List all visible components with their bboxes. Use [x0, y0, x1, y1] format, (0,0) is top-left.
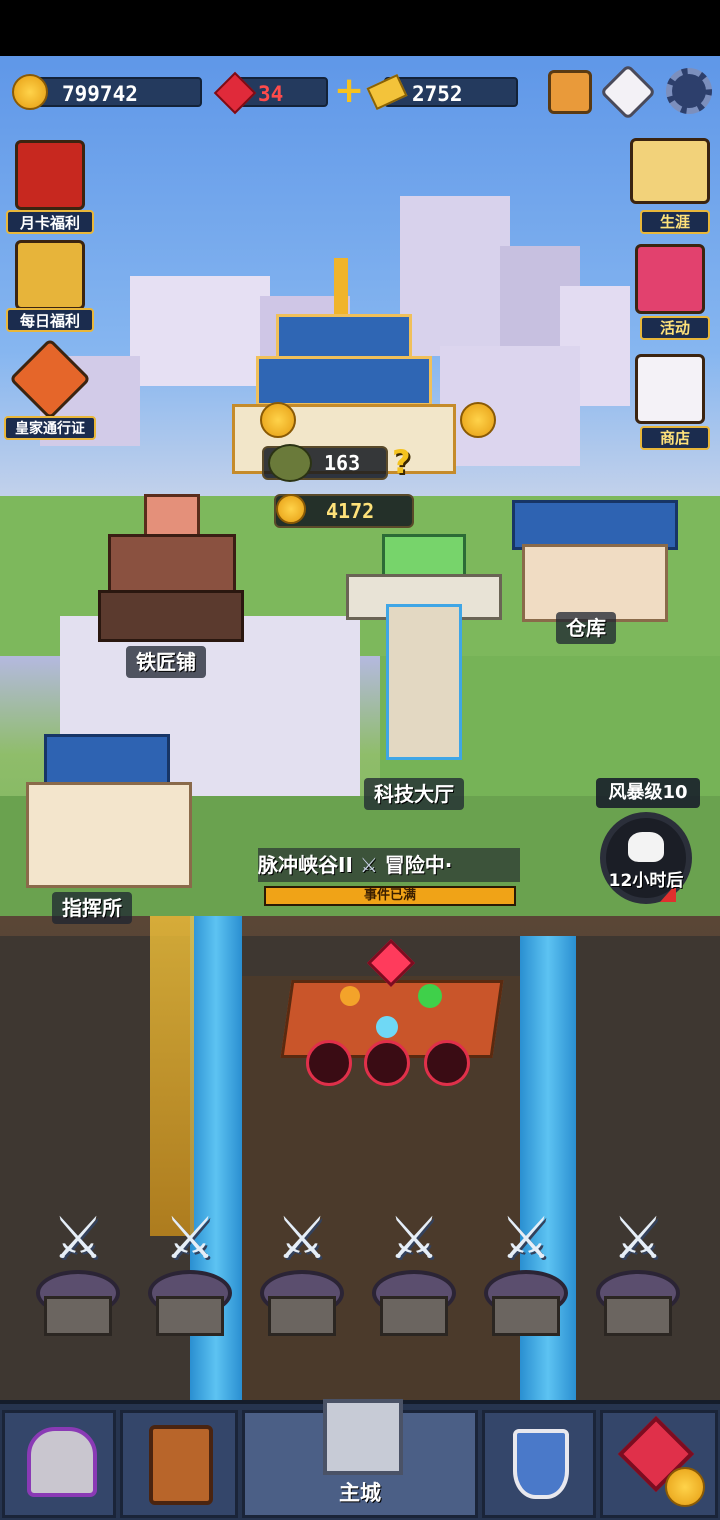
crossed-swords-icon: ⚔: [359, 853, 385, 877]
monthly-card-button[interactable]: 月卡福利: [6, 140, 94, 236]
crossed-swords-icon: ⚔: [276, 1204, 328, 1272]
golden-light-beam: [150, 916, 194, 1236]
castle-spire: [334, 258, 348, 318]
tech-hall-statue[interactable]: [346, 534, 502, 774]
tab-tavern[interactable]: [120, 1410, 238, 1518]
hero-slot[interactable]: ⚔: [142, 1206, 238, 1336]
command-post-walls: [26, 782, 192, 888]
hero-slot[interactable]: ⚔: [478, 1206, 574, 1336]
career-scroll-icon: [630, 138, 710, 204]
warehouse-building[interactable]: [512, 500, 678, 622]
shop-button[interactable]: 商店: [626, 354, 714, 450]
daily-reward-button[interactable]: 每日福利: [6, 240, 94, 334]
hero-slot[interactable]: ⚔: [30, 1206, 126, 1336]
storm-level-label: 风暴级10: [596, 778, 700, 808]
demon-mark-icon: [306, 1040, 352, 1086]
career-button[interactable]: 生涯: [626, 138, 714, 234]
hero-slot[interactable]: ⚔: [254, 1206, 350, 1336]
cat-skull-icon: [628, 832, 664, 862]
storm-timer-text: 12小时后: [608, 871, 684, 891]
daily-chest-icon: [15, 240, 85, 310]
blacksmith-label: 铁匠铺: [126, 646, 206, 678]
slot-pillar: [268, 1296, 336, 1336]
daily-reward-label: 每日福利: [6, 308, 94, 332]
blue-gem-icon: [376, 1016, 398, 1038]
slot-pillar: [492, 1296, 560, 1336]
career-label: 生涯: [640, 210, 710, 234]
adventure-status: 冒险中·: [384, 853, 453, 877]
avatar-cat-icon[interactable]: [548, 70, 592, 114]
add-gems-button[interactable]: +: [334, 73, 364, 109]
warehouse-roof: [512, 500, 678, 550]
event-button[interactable]: 活动: [626, 244, 714, 340]
turtle-food-icon: [268, 444, 312, 482]
tech-hall-label: 科技大厅: [364, 778, 464, 810]
monthly-card-label: 月卡福利: [6, 210, 94, 234]
tab-battle[interactable]: [482, 1410, 596, 1518]
green-gem-icon: [418, 984, 442, 1008]
blacksmith-building[interactable]: [98, 494, 244, 644]
resource-bar: 799742 34 + 2752: [0, 56, 720, 132]
hero-slot[interactable]: ⚔: [590, 1206, 686, 1336]
royal-pass-icon: [8, 337, 92, 421]
tab-main-castle[interactable]: 主城: [242, 1399, 478, 1518]
slot-pillar: [44, 1296, 112, 1336]
skyline-block: [440, 346, 580, 466]
crossed-swords-icon: ⚔: [500, 1204, 552, 1272]
command-post-label: 指挥所: [52, 892, 132, 924]
castle-hint-mark[interactable]: ?: [392, 444, 416, 480]
adventure-location: 脉冲峡谷II: [258, 853, 353, 877]
monthly-card-icon: [15, 140, 85, 210]
battle-shield-icon: [513, 1429, 569, 1499]
warehouse-walls: [522, 544, 668, 622]
mail-icon[interactable]: [599, 63, 657, 121]
tab-gem-shop[interactable]: [600, 1410, 718, 1518]
blacksmith-base: [98, 590, 244, 642]
tab-main-castle-label: 主城: [339, 1481, 381, 1505]
castle-roof: [276, 314, 412, 360]
warehouse-label: 仓库: [556, 612, 616, 644]
event-label: 活动: [640, 316, 710, 340]
command-post-building[interactable]: [26, 734, 196, 894]
slot-pillar: [604, 1296, 672, 1336]
crossed-swords-icon: ⚔: [612, 1204, 664, 1272]
adventure-progress-bar: 事件已满: [264, 886, 516, 906]
royal-pass-label: 皇家通行证: [4, 416, 96, 440]
crossed-swords-icon: ⚔: [164, 1204, 216, 1272]
castle-coin-right-icon: [460, 402, 496, 438]
settings-gear-icon[interactable]: [666, 68, 712, 114]
gold-production-icon: [276, 494, 306, 524]
crossed-swords-icon: ⚔: [52, 1204, 104, 1272]
tavern-beer-icon: [149, 1425, 213, 1505]
tech-hall-body: [386, 604, 462, 760]
slot-pillar: [380, 1296, 448, 1336]
gold-counter: 799742: [30, 77, 202, 107]
crossed-swords-icon: ⚔: [388, 1204, 440, 1272]
gold-coin-stack-icon: [665, 1467, 705, 1507]
gold-coin-icon: [12, 74, 48, 110]
castle-roof: [256, 356, 432, 406]
event-icon: [635, 244, 705, 314]
demon-mark-icon: [364, 1040, 410, 1086]
royal-pass-button[interactable]: 皇家通行证: [4, 337, 96, 440]
bottom-nav: 主城: [0, 1399, 720, 1520]
hero-helmet-icon: [27, 1427, 97, 1497]
lucky-cat-shop-icon: [635, 354, 705, 424]
main-castle-icon: [323, 1399, 403, 1475]
adventure-banner[interactable]: 脉冲峡谷II ⚔ 冒险中· 事件已满: [258, 848, 520, 910]
hero-slot[interactable]: ⚔: [366, 1206, 462, 1336]
slot-pillar: [156, 1296, 224, 1336]
castle-coin-left-icon: [260, 402, 296, 438]
tab-heroes[interactable]: [2, 1410, 116, 1518]
shop-label: 商店: [640, 426, 710, 450]
adventure-bar-text: 事件已满: [363, 888, 416, 903]
amber-gem-icon: [340, 986, 360, 1006]
demon-mark-icon: [424, 1040, 470, 1086]
adventure-title: 脉冲峡谷II ⚔ 冒险中·: [258, 848, 520, 882]
